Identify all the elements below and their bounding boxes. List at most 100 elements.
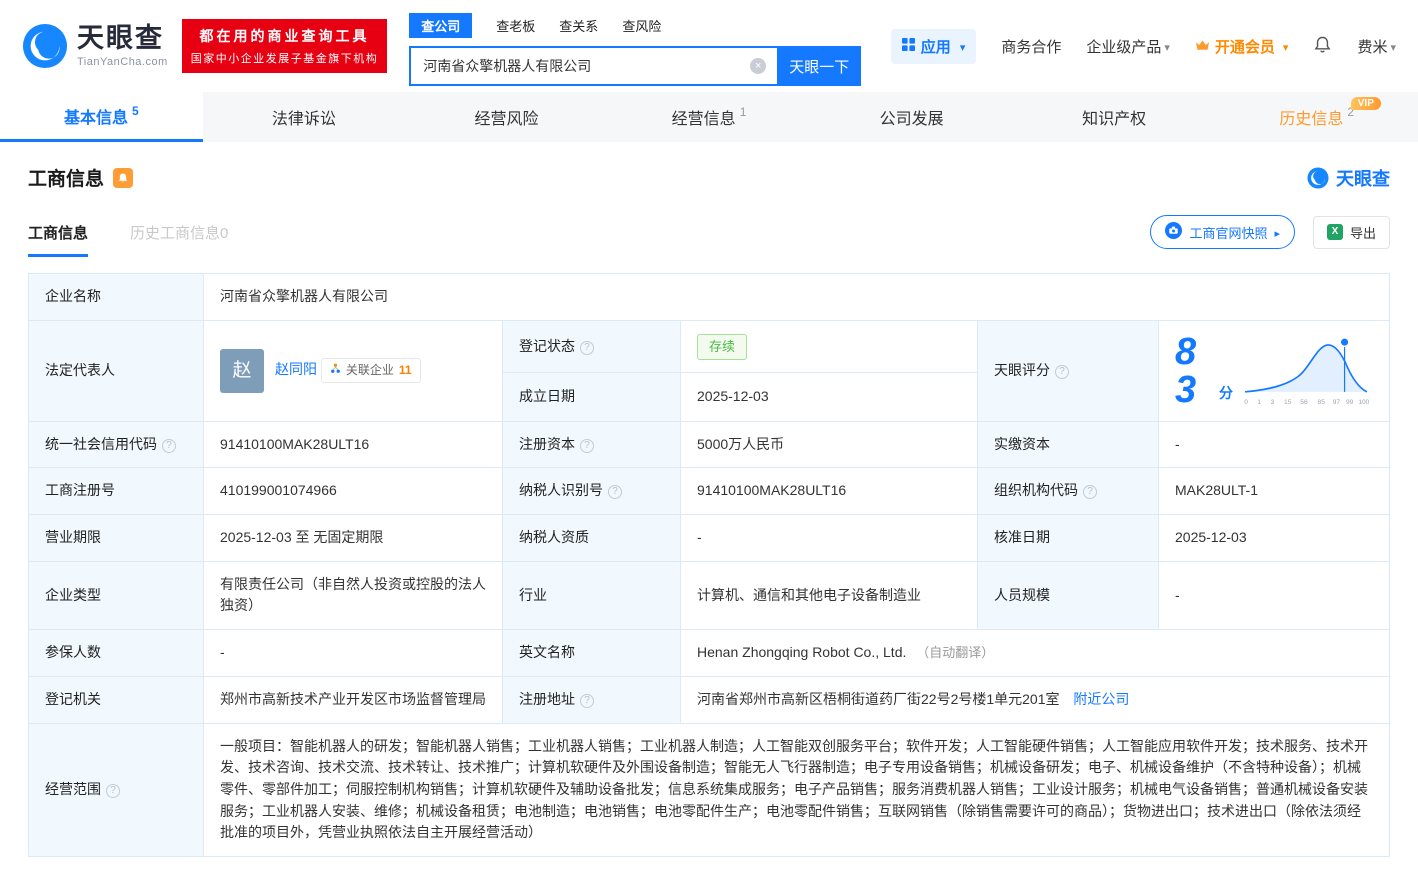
value-credit-code: 91410100MAK28ULT16 <box>204 421 503 468</box>
svg-text:0: 0 <box>1244 399 1248 406</box>
related-companies-label: 关联企业 <box>346 361 394 380</box>
help-icon[interactable] <box>580 694 594 708</box>
search-tab-company[interactable]: 查公司 <box>409 13 472 38</box>
help-icon[interactable] <box>580 439 594 453</box>
company-section-tabs: 基本信息 5 法律诉讼 经营风险 经营信息 1 公司发展 知识产权 历史信息 2… <box>0 92 1418 142</box>
tab-label: 法律诉讼 <box>272 105 336 129</box>
svg-text:99: 99 <box>1346 399 1354 406</box>
chevron-down-icon <box>1280 38 1289 55</box>
tab-count: 1 <box>740 105 747 119</box>
snapshot-icon <box>1165 222 1182 242</box>
value-registered-capital: 5000万人民币 <box>681 421 978 468</box>
label-taxpayer-id: 纳税人识别号 <box>503 468 681 515</box>
search-tab-relation[interactable]: 查关系 <box>559 16 598 35</box>
tab-intellectual-property[interactable]: 知识产权 <box>1013 92 1216 142</box>
value-tianyan-score: 83 分 0 1 3 15 56 <box>1159 320 1390 421</box>
search-input[interactable] <box>409 46 777 86</box>
table-row: 法定代表人 赵 赵同阳 关联企业 11 <box>29 320 1390 373</box>
section-title: 工商信息 <box>28 164 104 191</box>
status-badge: 存续 <box>697 334 747 360</box>
search-tab-boss[interactable]: 查老板 <box>496 16 535 35</box>
tab-operating-info[interactable]: 经营信息 1 <box>608 92 811 142</box>
nav-cooperation[interactable]: 商务合作 <box>1001 36 1061 57</box>
tab-legal-proceedings[interactable]: 法律诉讼 <box>203 92 406 142</box>
search-tab-risk[interactable]: 查风险 <box>622 16 661 35</box>
label-tianyan-score: 天眼评分 <box>978 320 1159 421</box>
tab-company-development[interactable]: 公司发展 <box>810 92 1013 142</box>
snapshot-label: 工商官网快照 <box>1189 223 1267 242</box>
svg-text:3: 3 <box>1271 399 1275 406</box>
label-legal-representative: 法定代表人 <box>29 320 204 421</box>
top-header: 天眼查 TianYanCha.com 都在用的商业查询工具 国家中小企业发展子基… <box>0 0 1418 92</box>
help-icon[interactable] <box>1083 485 1097 499</box>
table-row: 统一社会信用代码 91410100MAK28ULT16 注册资本 5000万人民… <box>29 421 1390 468</box>
watermark-brand-label: 天眼查 <box>1336 165 1390 191</box>
open-vip-link[interactable]: 开通会员 <box>1195 36 1289 57</box>
logo-text: 天眼查 TianYanCha.com <box>77 25 168 68</box>
table-row: 登记机关 郑州市高新技术产业开发区市场监督管理局 注册地址 河南省郑州市高新区梧… <box>29 676 1390 723</box>
value-registration-authority: 郑州市高新技术产业开发区市场监督管理局 <box>204 676 503 723</box>
search-tabs: 查公司 查老板 查关系 查风险 <box>409 13 861 38</box>
nav-enterprise-label: 企业级产品 <box>1086 36 1161 57</box>
tianyancha-logo-icon <box>22 23 68 69</box>
label-registration-authority: 登记机关 <box>29 676 204 723</box>
label-org-code: 组织机构代码 <box>978 468 1159 515</box>
tab-label: 经营信息 <box>672 105 736 129</box>
nearby-companies-link[interactable]: 附近公司 <box>1073 691 1129 707</box>
tab-label: 基本信息 <box>64 104 128 128</box>
help-icon[interactable] <box>162 439 176 453</box>
help-icon[interactable] <box>1055 365 1069 379</box>
subscribe-bell-icon[interactable] <box>113 168 133 188</box>
label-industry: 行业 <box>503 561 681 629</box>
score-number: 83 <box>1175 333 1215 409</box>
subtab-history-business-info[interactable]: 历史工商信息0 <box>130 222 228 257</box>
value-registration-number: 410199001074966 <box>204 468 503 515</box>
label-company-type: 企业类型 <box>29 561 204 629</box>
value-establish-date: 2025-12-03 <box>681 373 978 421</box>
label-business-scope: 经营范围 <box>29 723 204 856</box>
legal-rep-avatar[interactable]: 赵 <box>220 349 264 393</box>
main-content: 工商信息 天眼查 工商信息 历史工商信息0 工商官网快照 导出 <box>0 164 1418 887</box>
notification-bell-icon[interactable] <box>1313 35 1332 58</box>
org-structure-icon <box>330 361 341 380</box>
official-snapshot-button[interactable]: 工商官网快照 <box>1150 215 1295 249</box>
label-english-name: 英文名称 <box>503 630 681 677</box>
chevron-down-icon <box>1161 38 1170 55</box>
nav-enterprise[interactable]: 企业级产品 <box>1086 36 1170 57</box>
user-menu[interactable]: 费米 <box>1357 36 1396 57</box>
svg-text:56: 56 <box>1300 399 1308 406</box>
arrow-right-icon <box>1274 225 1280 240</box>
score-distribution-chart: 0 1 3 15 56 85 97 99 100 <box>1239 333 1373 408</box>
table-row: 企业名称 河南省众擎机器人有限公司 <box>29 274 1390 321</box>
help-icon[interactable] <box>580 341 594 355</box>
apps-menu[interactable]: 应用 <box>891 29 977 64</box>
help-icon[interactable] <box>106 784 120 798</box>
slogan-line1: 都在用的商业查询工具 <box>191 26 379 46</box>
legal-rep-name-link[interactable]: 赵同阳 <box>275 361 317 377</box>
tab-history-info[interactable]: 历史信息 2 VIP <box>1215 92 1418 142</box>
table-row: 营业期限 2025-12-03 至 无固定期限 纳税人资质 - 核准日期 202… <box>29 515 1390 562</box>
auto-translate-note: （自动翻译） <box>916 645 994 660</box>
tianyancha-logo-icon <box>1307 167 1329 189</box>
export-label: 导出 <box>1350 223 1376 242</box>
export-button[interactable]: 导出 <box>1313 216 1390 249</box>
help-icon[interactable] <box>608 485 622 499</box>
label-staff-size: 人员规模 <box>978 561 1159 629</box>
related-companies-badge[interactable]: 关联企业 11 <box>321 358 421 383</box>
label-taxpayer-quality: 纳税人资质 <box>503 515 681 562</box>
related-companies-count: 11 <box>399 361 412 380</box>
label-insured-count: 参保人数 <box>29 630 204 677</box>
tab-basic-info[interactable]: 基本信息 5 <box>0 92 203 142</box>
tab-operating-risk[interactable]: 经营风险 <box>405 92 608 142</box>
clear-search-icon[interactable] <box>750 58 766 74</box>
subtab-business-info[interactable]: 工商信息 <box>28 222 88 257</box>
grid-icon <box>902 38 915 55</box>
tianyancha-logo[interactable]: 天眼查 TianYanCha.com <box>22 23 168 69</box>
label-registered-capital: 注册资本 <box>503 421 681 468</box>
search-button[interactable]: 天眼一下 <box>777 46 861 86</box>
value-org-code: MAK28ULT-1 <box>1159 468 1390 515</box>
logo-domain: TianYanCha.com <box>77 56 168 68</box>
excel-icon <box>1327 224 1343 240</box>
watermark-brand: 天眼查 <box>1307 165 1390 191</box>
chevron-down-icon <box>957 38 966 55</box>
